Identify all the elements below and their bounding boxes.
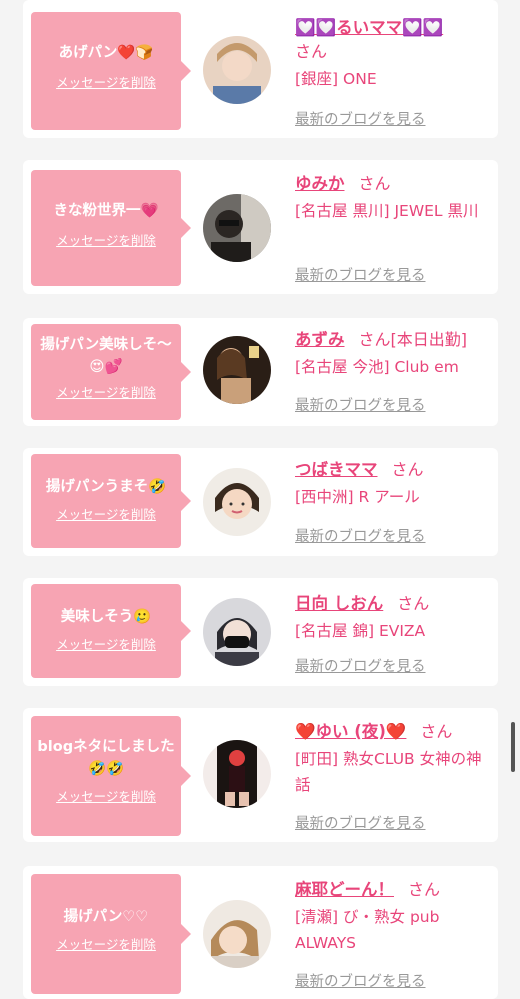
sender-info: ❤️ゆい (夜)❤️ さん [町田] 熟女CLUB 女神の神話 — [295, 718, 495, 798]
shop-label: [銀座] ONE — [295, 70, 377, 88]
sender-info: ゆみか さん [名古屋 黒川] JEWEL 黒川 — [295, 170, 495, 224]
scrollbar[interactable] — [511, 722, 515, 772]
message-card: きな粉世界一💗 メッセージを削除 ゆみか さん [名古屋 黒川] JEWEL 黒川… — [23, 160, 498, 294]
delete-message-link[interactable]: メッセージを削除 — [56, 504, 156, 523]
latest-blog-link[interactable]: 最新のブログを見る — [295, 970, 426, 991]
message-bubble: 美味しそう🥲 メッセージを削除 — [31, 584, 191, 678]
sender-name-link[interactable]: あずみ — [295, 330, 345, 349]
message-card: あげパン❤️🍞 メッセージを削除 💟💟るいママ💟💟 さん [銀座] ONE 最新… — [23, 0, 498, 138]
message-text: 揚げパン♡♡ — [63, 909, 149, 925]
message-text: 揚げパンうまそ🤣 — [45, 479, 167, 495]
latest-blog-link[interactable]: 最新のブログを見る — [295, 264, 426, 285]
delete-message-link[interactable]: メッセージを削除 — [56, 382, 156, 401]
avatar[interactable] — [203, 468, 271, 536]
latest-blog-link[interactable]: 最新のブログを見る — [295, 525, 426, 546]
sender-info: つばきママ さん [西中洲] R アール — [295, 456, 495, 510]
message-text: 美味しそう🥲 — [60, 609, 152, 625]
message-bubble: blogネタにしました🤣🤣 メッセージを削除 — [31, 716, 191, 836]
message-text: blogネタにしました🤣🤣 — [37, 739, 175, 777]
sender-name-link[interactable]: ゆみか — [295, 174, 345, 193]
message-text: 揚げパン美味しそ〜😍💕 — [40, 337, 172, 375]
latest-blog-link[interactable]: 最新のブログを見る — [295, 655, 426, 676]
message-card: blogネタにしました🤣🤣 メッセージを削除 ❤️ゆい (夜)❤️ さん [町田]… — [23, 708, 498, 842]
shop-label: [名古屋 今池] Club em — [295, 358, 459, 376]
shop-label: [清瀬] び・熟女 pub ALWAYS — [295, 908, 440, 952]
avatar[interactable] — [203, 36, 271, 104]
honorific: さん — [295, 42, 328, 61]
message-text: あげパン❤️🍞 — [58, 45, 154, 61]
message-bubble: 揚げパン♡♡ メッセージを削除 — [31, 874, 191, 994]
message-bubble: 揚げパンうまそ🤣 メッセージを削除 — [31, 454, 191, 548]
honorific: さん — [397, 594, 430, 613]
message-card: 揚げパンうまそ🤣 メッセージを削除 つばきママ さん [西中洲] R アール 最新… — [23, 448, 498, 556]
avatar[interactable] — [203, 598, 271, 666]
sender-name-link[interactable]: ❤️ゆい (夜)❤️ — [295, 722, 406, 741]
sender-info: 麻耶どーん！ さん [清瀬] び・熟女 pub ALWAYS — [295, 876, 495, 956]
latest-blog-link[interactable]: 最新のブログを見る — [295, 108, 426, 129]
honorific: さん — [391, 460, 424, 479]
avatar[interactable] — [203, 900, 271, 968]
honorific: さん — [358, 174, 391, 193]
message-card: 揚げパン美味しそ〜😍💕 メッセージを削除 あずみ さん[本日出勤] [名古屋 今池… — [23, 318, 498, 426]
message-card: 揚げパン♡♡ メッセージを削除 麻耶どーん！ さん [清瀬] び・熟女 pub A… — [23, 866, 498, 999]
honorific: さん[本日出勤] — [358, 330, 468, 349]
message-card: 美味しそう🥲 メッセージを削除 日向 しおん さん [名古屋 錦] EVIZA 最… — [23, 578, 498, 686]
shop-label: [西中洲] R アール — [295, 488, 420, 506]
message-bubble: きな粉世界一💗 メッセージを削除 — [31, 170, 191, 286]
delete-message-link[interactable]: メッセージを削除 — [56, 934, 156, 953]
shop-label: [名古屋 錦] EVIZA — [295, 622, 426, 640]
latest-blog-link[interactable]: 最新のブログを見る — [295, 812, 426, 833]
message-bubble: あげパン❤️🍞 メッセージを削除 — [31, 12, 191, 130]
honorific: さん — [408, 880, 441, 899]
honorific: さん — [420, 722, 453, 741]
sender-name-link[interactable]: 💟💟るいママ💟💟 — [295, 18, 443, 37]
latest-blog-link[interactable]: 最新のブログを見る — [295, 394, 426, 415]
delete-message-link[interactable]: メッセージを削除 — [56, 72, 156, 91]
sender-name-link[interactable]: 麻耶どーん！ — [295, 880, 394, 899]
avatar[interactable] — [203, 740, 271, 808]
avatar[interactable] — [203, 336, 271, 404]
shop-label: [町田] 熟女CLUB 女神の神話 — [295, 750, 482, 794]
sender-info: あずみ さん[本日出勤] [名古屋 今池] Club em — [295, 326, 505, 380]
message-bubble: 揚げパン美味しそ〜😍💕 メッセージを削除 — [31, 324, 191, 420]
sender-name-link[interactable]: つばきママ — [295, 460, 378, 479]
avatar[interactable] — [203, 194, 271, 262]
sender-info: 日向 しおん さん [名古屋 錦] EVIZA — [295, 590, 495, 644]
sender-info: 💟💟るいママ💟💟 さん [銀座] ONE — [295, 14, 495, 92]
delete-message-link[interactable]: メッセージを削除 — [56, 230, 156, 249]
delete-message-link[interactable]: メッセージを削除 — [56, 786, 156, 805]
message-text: きな粉世界一💗 — [53, 203, 159, 219]
delete-message-link[interactable]: メッセージを削除 — [56, 634, 156, 653]
shop-label: [名古屋 黒川] JEWEL 黒川 — [295, 202, 479, 220]
sender-name-link[interactable]: 日向 しおん — [295, 594, 383, 613]
